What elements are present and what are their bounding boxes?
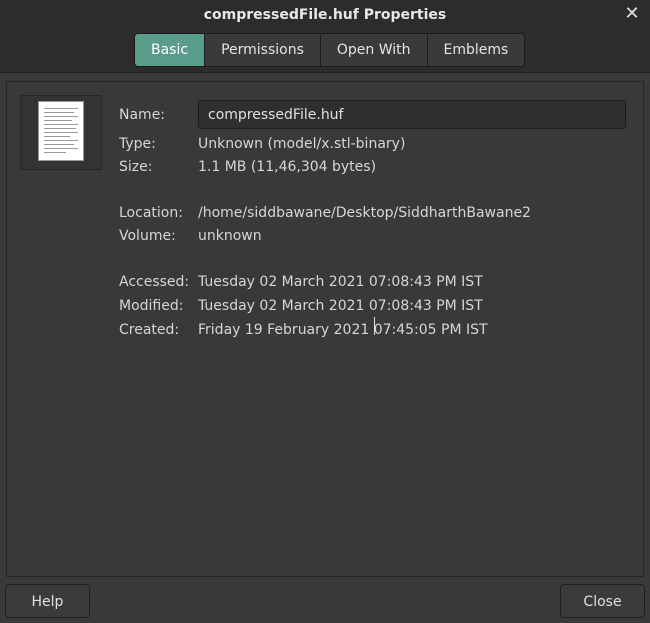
document-icon — [38, 101, 84, 161]
size-label: Size: — [119, 159, 153, 175]
volume-value: unknown — [198, 228, 262, 244]
file-thumbnail — [20, 95, 102, 170]
created-label: Created: — [119, 322, 180, 338]
volume-label: Volume: — [119, 228, 176, 244]
basic-panel: Name: Type: Unknown (model/x.stl-binary)… — [6, 81, 644, 577]
tab-bar: Basic Permissions Open With Emblems — [0, 30, 650, 73]
tab-permissions[interactable]: Permissions — [205, 34, 321, 66]
modified-label: Modified: — [119, 298, 184, 314]
name-field[interactable] — [198, 100, 626, 129]
tab-open-with[interactable]: Open With — [320, 34, 428, 66]
properties-dialog: compressedFile.huf Properties ✕ Basic Pe… — [0, 0, 650, 623]
tab-basic[interactable]: Basic — [135, 34, 206, 66]
close-icon[interactable]: ✕ — [624, 5, 640, 23]
type-label: Type: — [119, 136, 156, 152]
dialog-footer: Help Close — [0, 577, 650, 623]
type-value: Unknown (model/x.stl-binary) — [198, 136, 406, 152]
location-value: /home/siddbawane/Desktop/SiddharthBawane… — [198, 205, 531, 221]
text-caret — [374, 317, 375, 335]
tab-group: Basic Permissions Open With Emblems — [134, 33, 526, 67]
name-label: Name: — [119, 107, 166, 123]
modified-value: Tuesday 02 March 2021 07:08:43 PM IST — [198, 298, 483, 314]
size-value: 1.1 MB (11,46,304 bytes) — [198, 159, 377, 175]
tab-emblems[interactable]: Emblems — [427, 34, 525, 66]
help-button[interactable]: Help — [5, 584, 90, 618]
created-value[interactable]: Friday 19 February 2021 07:45:05 PM IST — [198, 322, 488, 338]
close-button[interactable]: Close — [560, 584, 645, 618]
location-label: Location: — [119, 205, 183, 221]
window-title: compressedFile.huf Properties — [203, 7, 447, 23]
title-bar: compressedFile.huf Properties ✕ — [0, 0, 650, 30]
accessed-value: Tuesday 02 March 2021 07:08:43 PM IST — [198, 274, 483, 290]
accessed-label: Accessed: — [119, 274, 190, 290]
